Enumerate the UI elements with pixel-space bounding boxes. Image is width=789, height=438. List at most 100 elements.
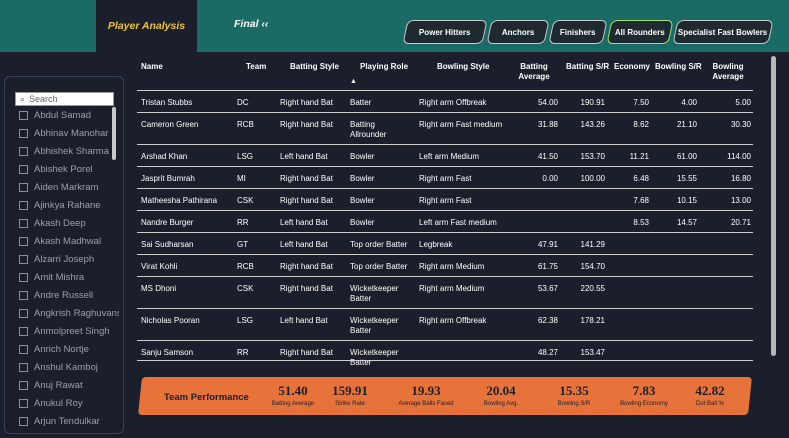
cell-team: RR	[237, 348, 249, 357]
checkbox[interactable]	[19, 362, 28, 372]
filter-specialist-fast-bowlers-button[interactable]: Specialist Fast Bowlers	[672, 20, 774, 44]
cell-economy: 7.68	[633, 196, 649, 205]
tab-final[interactable]: Final ‹‹	[234, 18, 268, 30]
player-checkbox-item[interactable]: Abdul Samad	[19, 106, 119, 124]
kpi-dot-ball-pct: 42.82 Dot Ball %	[670, 383, 750, 407]
header-team[interactable]: Team	[246, 62, 266, 72]
filter-all-rounders-button[interactable]: All Rounders	[606, 20, 674, 44]
player-checkbox-item[interactable]: Abhinav Manohar	[19, 124, 119, 142]
table-row[interactable]: MS Dhoni CSK Right hand Bat Wicketkeeper Ba…	[137, 276, 753, 308]
checkbox[interactable]	[19, 200, 28, 210]
player-checkbox-item[interactable]: Arjun Tendulkar	[19, 412, 119, 430]
player-checkbox-item[interactable]: Anukul Roy	[19, 394, 119, 412]
tab-player-analysis[interactable]: Player Analysis	[96, 0, 197, 52]
header-batting-sr[interactable]: Batting S/R	[566, 62, 609, 72]
player-checkbox-item[interactable]: Akash Deep	[19, 214, 119, 232]
cell-name: Virat Kohli	[141, 262, 178, 271]
checkbox[interactable]	[19, 236, 28, 246]
checkbox[interactable]	[19, 128, 28, 138]
player-checkbox-item[interactable]: Anshul Kamboj	[19, 358, 119, 376]
cell-name: Sanju Samson	[141, 348, 194, 357]
player-checkbox-item[interactable]: Akash Madhwal	[19, 232, 119, 250]
checkbox[interactable]	[19, 164, 28, 174]
checkbox[interactable]	[19, 110, 28, 120]
checkbox[interactable]	[19, 344, 28, 354]
checkbox[interactable]	[19, 218, 28, 228]
search-input[interactable]: ⌕ Search	[15, 92, 114, 106]
cell-economy: 6.48	[633, 174, 649, 183]
checkbox[interactable]	[19, 290, 28, 300]
cell-playing-role: Batter	[350, 98, 372, 107]
team-performance-title: Team Performance	[164, 392, 249, 403]
header-bowling-average[interactable]: Bowling Average	[710, 62, 746, 82]
header-economy[interactable]: Economy	[614, 62, 650, 72]
cell-team: CSK	[237, 284, 254, 293]
player-checkbox-item[interactable]: Ajinkya Rahane	[19, 196, 119, 214]
table-row[interactable]: Jasprit Bumrah MI Right hand Bat Bowler Righ…	[137, 166, 753, 188]
checkbox[interactable]	[19, 272, 28, 282]
checkbox[interactable]	[19, 254, 28, 264]
filter-finishers-button[interactable]: Finishers	[548, 20, 608, 44]
table-row[interactable]: Sanju Samson RR Right hand Bat Wicketkeeper…	[137, 340, 753, 367]
cell-batting-sr: 178.21	[580, 316, 605, 325]
cell-playing-role: Batting Allrounder	[350, 120, 387, 139]
search-icon: ⌕	[20, 93, 26, 104]
cell-batting-average: 31.88	[537, 120, 558, 129]
cell-batting-average: 47.91	[537, 240, 558, 249]
cell-playing-role: Wicketkeeper Batter	[350, 284, 399, 303]
header-bowling-sr[interactable]: Bowling S/R	[655, 62, 702, 72]
table-row[interactable]: Matheesha Pathirana CSK Right hand Bat Bowl…	[137, 188, 753, 210]
player-checkbox-item[interactable]: Anrich Nortje	[19, 340, 119, 358]
header-batting-average[interactable]: Batting Average	[516, 62, 552, 82]
player-checkbox-item[interactable]: Abishek Porel	[19, 160, 119, 178]
sort-ascending-icon[interactable]: ▲	[350, 78, 357, 85]
table-row[interactable]: Sai Sudharsan GT Left hand Bat Top order Ba…	[137, 232, 753, 254]
checkbox[interactable]	[19, 182, 28, 192]
table-row[interactable]: Cameron Green RCB Right hand Bat Batting Al…	[137, 112, 753, 144]
player-checkbox-item[interactable]: Anmolpreet Singh	[19, 322, 119, 340]
player-checkbox-item[interactable]: Anuj Rawat	[19, 376, 119, 394]
cell-batting-sr: 154.70	[580, 262, 605, 271]
filter-power-hitters-button[interactable]: Power Hitters	[402, 20, 488, 44]
kpi-label: Strike Rate	[335, 401, 365, 407]
checkbox[interactable]	[19, 308, 28, 318]
checkbox[interactable]	[19, 326, 28, 336]
table-row[interactable]: Arshad Khan LSG Left hand Bat Bowler Left ar…	[137, 144, 753, 166]
table-row[interactable]: Tristan Stubbs DC Right hand Bat Batter Righ…	[137, 90, 753, 112]
player-checkbox-item[interactable]: Andre Russell	[19, 286, 119, 304]
header-bowling-style[interactable]: Bowling Style	[437, 62, 489, 72]
kpi-value: 19.93	[411, 383, 441, 398]
cell-batting-average: 62.38	[537, 316, 558, 325]
checkbox[interactable]	[19, 398, 28, 408]
kpi-bowling-average: 20.04 Bowling Avg.	[461, 383, 541, 407]
cell-bowling-style: Right arm Offbreak	[419, 98, 487, 107]
kpi-strike-rate: 159.91 Strike Rate	[310, 383, 390, 407]
checkbox[interactable]	[19, 380, 28, 390]
player-checkbox-item[interactable]: Aiden Markram	[19, 178, 119, 196]
cell-batting-average: 0.00	[542, 174, 558, 183]
header-playing-role[interactable]: Playing Role	[360, 62, 408, 72]
table-scrollbar[interactable]	[771, 56, 776, 356]
table-row[interactable]: Virat Kohli RCB Right hand Bat Top order Ba…	[137, 254, 753, 276]
header-name[interactable]: Name	[141, 62, 163, 72]
cell-bowling-style: Right arm Medium	[419, 284, 485, 293]
header-batting-style[interactable]: Batting Style	[290, 62, 339, 72]
cell-name: Nicholas Pooran	[141, 316, 200, 325]
table-row[interactable]: Nicholas Pooran LSG Left hand Bat Wicketkee…	[137, 308, 753, 340]
cell-bowling-sr: 61.00	[676, 152, 697, 161]
checkbox[interactable]	[19, 146, 28, 156]
cell-playing-role: Bowler	[350, 152, 375, 161]
player-checkbox-item[interactable]: Alzarri Joseph	[19, 250, 119, 268]
filter-anchors-button[interactable]: Anchors	[486, 20, 550, 44]
player-checkbox-item[interactable]: Abhishek Sharma	[19, 142, 119, 160]
cell-batting-average: 41.50	[537, 152, 558, 161]
cell-bowling-sr: 15.55	[676, 174, 697, 183]
table-row[interactable]: Nandre Burger RR Left hand Bat Bowler Left a…	[137, 210, 753, 232]
player-checkbox-item[interactable]: Amit Mishra	[19, 268, 119, 286]
player-checkbox-item[interactable]: Angkrish Raghuvanshi	[19, 304, 119, 322]
cell-batting-style: Right hand Bat	[280, 262, 333, 271]
checkbox[interactable]	[19, 416, 28, 426]
cell-bowling-style: Left arm Fast medium	[419, 218, 497, 227]
cell-bowling-average: 20.71	[730, 218, 751, 227]
cell-bowling-style: Legbreak	[419, 240, 453, 249]
